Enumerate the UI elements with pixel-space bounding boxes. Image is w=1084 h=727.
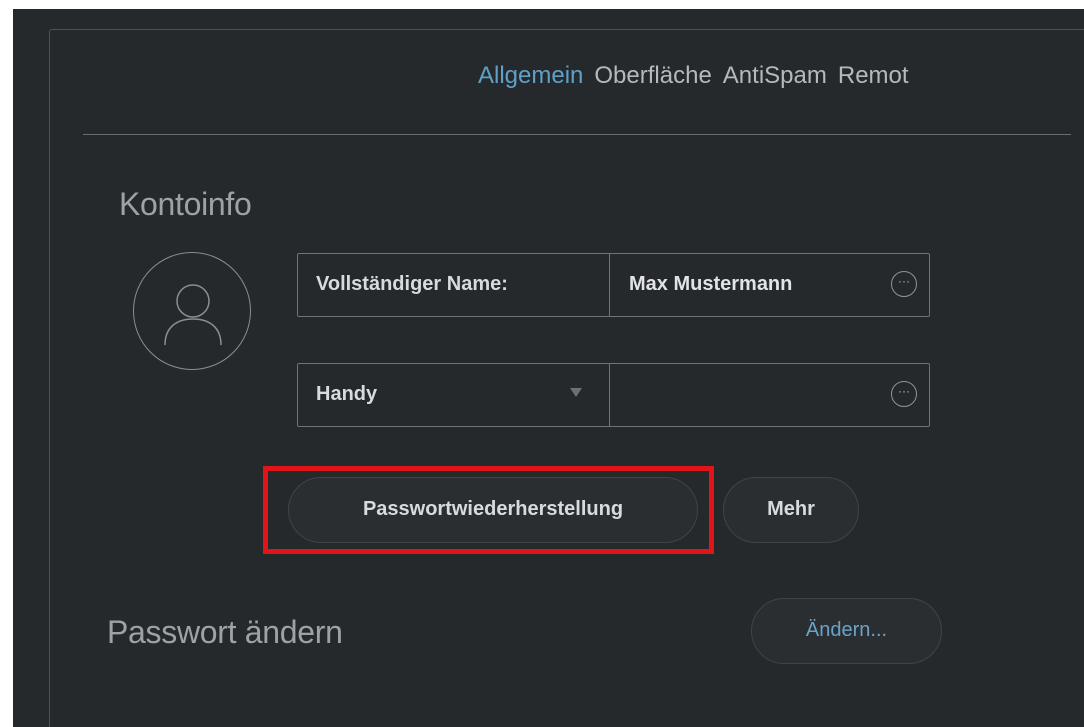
phone-more-options-icon[interactable]: ··· [891, 381, 917, 407]
section-title-passwort-aendern: Passwort ändern [107, 614, 343, 650]
tab-antispam[interactable]: AntiSpam [723, 62, 827, 90]
full-name-value[interactable]: Max Mustermann [629, 254, 792, 315]
name-more-options-icon[interactable]: ··· [891, 271, 917, 297]
tab-remote[interactable]: Remot [838, 62, 909, 90]
tab-divider [83, 134, 1071, 135]
full-name-field: Vollständiger Name: Max Mustermann ··· [297, 253, 930, 317]
tab-bar: Allgemein Oberfläche AntiSpam Remot [478, 62, 920, 90]
phone-type-value: Handy [316, 383, 378, 405]
more-button[interactable]: Mehr [723, 477, 859, 543]
full-name-label: Vollständiger Name: [298, 254, 610, 316]
change-password-button[interactable]: Ändern... [751, 598, 942, 664]
tab-oberflaeche[interactable]: Oberfläche [594, 62, 711, 90]
tab-allgemein[interactable]: Allgemein [478, 62, 583, 90]
section-title-kontoinfo: Kontoinfo [119, 186, 252, 222]
user-avatar-icon[interactable] [133, 252, 251, 370]
phone-field: Handy ··· [297, 363, 930, 427]
password-recovery-button[interactable]: Passwortwiederherstellung [288, 477, 698, 543]
dropdown-arrow-icon [570, 388, 582, 397]
phone-type-select[interactable]: Handy [298, 364, 610, 426]
